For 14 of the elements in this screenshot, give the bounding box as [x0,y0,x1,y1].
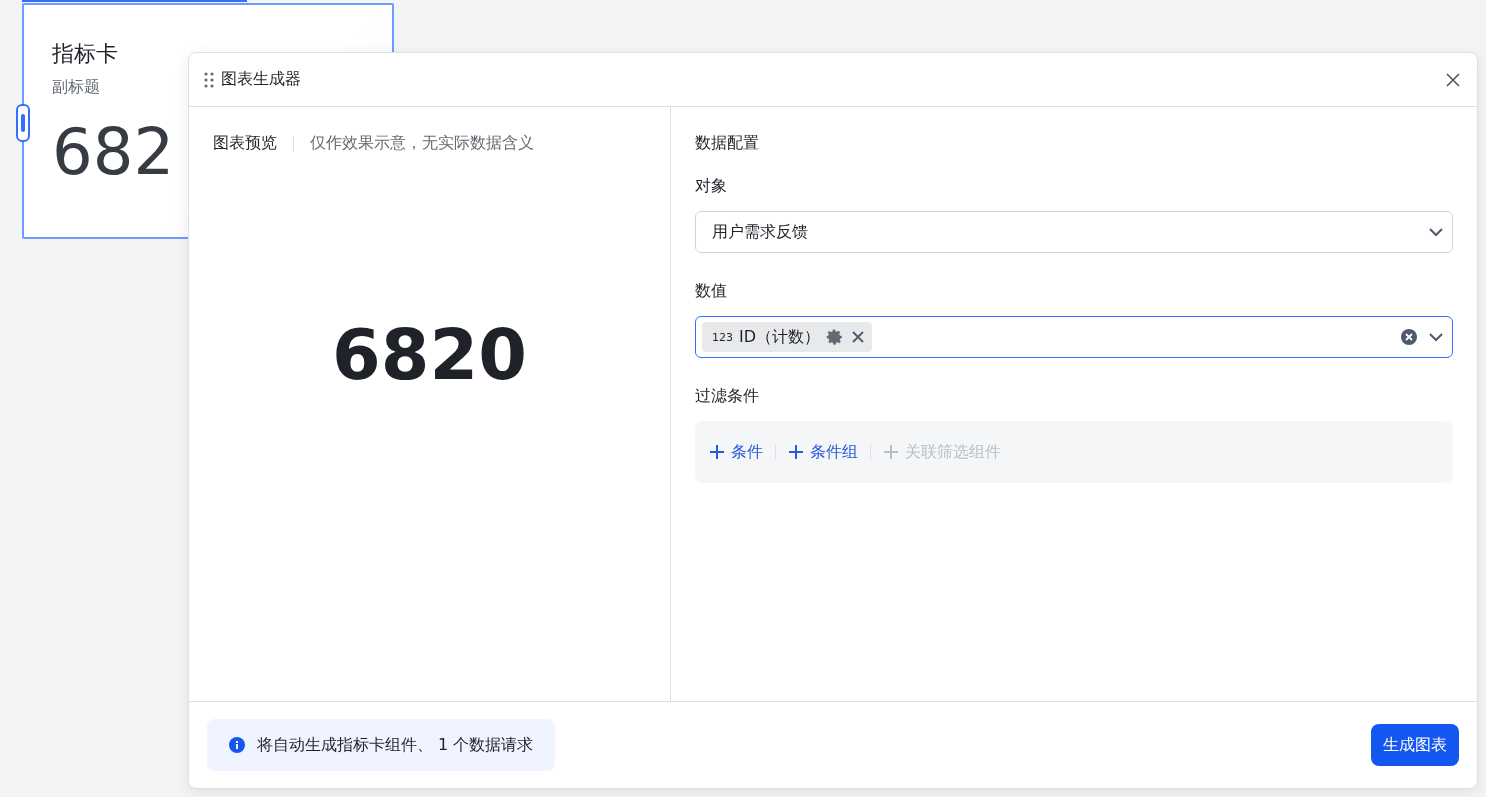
card-title: 指标卡 [52,40,118,68]
metric-value: 682 [52,120,175,184]
preview-metric-value: 6820 [332,313,527,396]
card-subtitle: 副标题 [52,77,100,98]
info-text: 将自动生成指标卡组件、 1 个数据请求 [257,734,534,756]
section-heading: 数据配置 [695,133,760,154]
field-label: 数值 [695,281,728,302]
field-label: 对象 [695,176,728,197]
preview-hint: 仅作效果示意，无实际数据含义 [310,133,534,154]
dialog-title: 图表生成器 [221,69,302,90]
number-type-label: 123 [712,330,733,344]
preview-label: 图表预览 [213,133,277,154]
field-label: 过滤条件 [695,386,760,407]
tag-text: ID（计数） [739,326,821,348]
